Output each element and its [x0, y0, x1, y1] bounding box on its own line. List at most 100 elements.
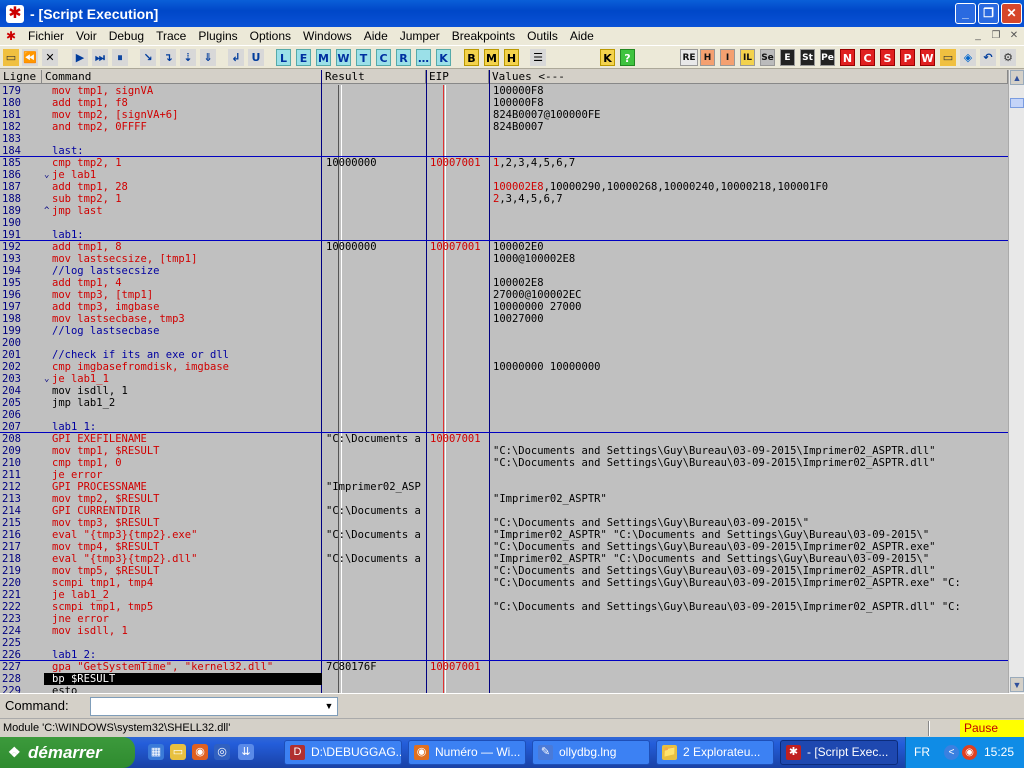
- re-button[interactable]: RE: [680, 49, 698, 66]
- script-row[interactable]: 198 mov lastsecbase, tmp3 10027000: [0, 313, 1008, 325]
- script-row[interactable]: 205 jmp lab1_2: [0, 397, 1008, 409]
- script-row[interactable]: 225: [0, 637, 1008, 649]
- quicklaunch-firefox-icon[interactable]: ◉: [192, 744, 208, 760]
- taskbar-button[interactable]: ✱ - [Script Exec...: [780, 740, 898, 765]
- step-over-icon[interactable]: ↴: [160, 49, 176, 66]
- menu-options[interactable]: Options: [244, 27, 297, 45]
- taskbar-button[interactable]: 📁 2 Explorateu...: [656, 740, 774, 765]
- script-row[interactable]: 220 scmpi tmp1, tmp4 "C:\Documents and Set…: [0, 577, 1008, 589]
- quicklaunch-desktop-icon[interactable]: ▦: [148, 744, 164, 760]
- e-button[interactable]: E: [780, 49, 795, 66]
- menu-aide[interactable]: Aide: [358, 27, 394, 45]
- col-header-command[interactable]: Command: [42, 70, 322, 84]
- col-header-values[interactable]: Values <---: [489, 70, 1008, 84]
- s-button[interactable]: S: [880, 49, 895, 66]
- hardware-breakpoints-button[interactable]: H: [504, 49, 519, 66]
- pause-icon[interactable]: ⏸: [112, 49, 128, 66]
- script-row[interactable]: 218 eval "{tmp3}{tmp2}.dll" "C:\Documents …: [0, 553, 1008, 565]
- script-row[interactable]: 215 mov tmp3, $RESULT "C:\Documents and Se…: [0, 517, 1008, 529]
- script-row[interactable]: 185 cmp tmp2, 1 10000000 10007001 1,2,3,4,5,…: [0, 157, 1008, 169]
- script-row[interactable]: 202 cmp imgbasefromdisk, imgbase 10000000 …: [0, 361, 1008, 373]
- script-row[interactable]: 216 eval "{tmp3}{tmp2}.exe" "C:\Documents …: [0, 529, 1008, 541]
- scroll-thumb[interactable]: [1010, 98, 1024, 108]
- col-header-line[interactable]: Ligne: [0, 70, 42, 84]
- c-button[interactable]: C: [860, 49, 875, 66]
- taskbar-button[interactable]: ✎ ollydbg.lng: [532, 740, 650, 765]
- folder-icon[interactable]: ▭: [940, 49, 956, 66]
- scroll-down-icon[interactable]: ▼: [1010, 677, 1024, 692]
- tray-back-icon[interactable]: <: [944, 745, 959, 760]
- script-row[interactable]: 212 GPI PROCESSNAME "Imprimer02_ASP: [0, 481, 1008, 493]
- cpu-window-button[interactable]: C: [376, 49, 391, 66]
- script-row[interactable]: 224 mov isdll, 1: [0, 625, 1008, 637]
- script-row[interactable]: 211 je error: [0, 469, 1008, 481]
- col-header-eip[interactable]: EIP: [426, 70, 489, 84]
- col-header-result[interactable]: Result: [322, 70, 426, 84]
- script-row[interactable]: 182 and tmp2, 0FFFF 824B0007: [0, 121, 1008, 133]
- script-row[interactable]: 194 //log lastsecsize: [0, 265, 1008, 277]
- taskbar-button[interactable]: D D:\DEBUGGAG...: [284, 740, 402, 765]
- script-row[interactable]: 181 mov tmp2, [signVA+6] 824B0007@100000FE: [0, 109, 1008, 121]
- mdi-close-icon[interactable]: ✕: [1006, 28, 1022, 43]
- close-button[interactable]: ✕: [1001, 3, 1022, 24]
- call-stack-button[interactable]: K: [436, 49, 451, 66]
- script-row[interactable]: 201 //check if its an exe or dll: [0, 349, 1008, 361]
- menu-windows[interactable]: Windows: [297, 27, 358, 45]
- script-row[interactable]: 229 esto: [0, 685, 1008, 693]
- script-row[interactable]: 222 scmpi tmp1, tmp5 "C:\Documents and Set…: [0, 601, 1008, 613]
- script-row[interactable]: 214 GPI CURRENTDIR "C:\Documents a: [0, 505, 1008, 517]
- command-dropdown-icon[interactable]: ▼: [321, 698, 337, 715]
- script-row[interactable]: 217 mov tmp4, $RESULT "C:\Documents and Se…: [0, 541, 1008, 553]
- log-window-button[interactable]: L: [276, 49, 291, 66]
- mdi-minimize-icon[interactable]: _: [970, 28, 986, 43]
- run-trace-button[interactable]: …: [416, 49, 431, 66]
- menu-aide-2[interactable]: Aide: [564, 27, 600, 45]
- minimize-button[interactable]: _: [955, 3, 976, 24]
- scroll-up-icon[interactable]: ▲: [1010, 70, 1024, 85]
- script-row[interactable]: 209 mov tmp1, $RESULT "C:\Documents and Se…: [0, 445, 1008, 457]
- script-row[interactable]: 227 gpa "GetSystemTime", "kernel32.dll" 7C…: [0, 661, 1008, 673]
- script-row[interactable]: 203 ⌄ je lab1_1: [0, 373, 1008, 385]
- language-indicator[interactable]: FR: [914, 745, 930, 759]
- i-button[interactable]: I: [720, 49, 735, 66]
- se-button[interactable]: Se: [760, 49, 775, 66]
- back-icon[interactable]: ↶: [980, 49, 996, 66]
- script-row[interactable]: 179 mov tmp1, signVA 100000F8: [0, 85, 1008, 97]
- script-row[interactable]: 213 mov tmp2, $RESULT "Imprimer02_ASPTR": [0, 493, 1008, 505]
- script-row[interactable]: 197 add tmp3, imgbase 10000000 27000: [0, 301, 1008, 313]
- script-row[interactable]: 221 je lab1_2: [0, 589, 1008, 601]
- settings-icon[interactable]: ⚙: [1000, 49, 1016, 66]
- stop-icon[interactable]: ✕: [42, 49, 58, 66]
- script-row[interactable]: 196 mov tmp3, [tmp1] 27000@100002EC: [0, 289, 1008, 301]
- menu-outils[interactable]: Outils: [521, 27, 564, 45]
- vertical-scrollbar[interactable]: ▲ ▼: [1008, 70, 1024, 693]
- menu-fichier[interactable]: Fichier: [22, 27, 70, 45]
- p-button[interactable]: P: [900, 49, 915, 66]
- open-icon[interactable]: ▭: [3, 49, 19, 66]
- script-row[interactable]: 189 ^ jmp last: [0, 205, 1008, 217]
- menu-voir[interactable]: Voir: [70, 27, 103, 45]
- start-button[interactable]: ❖ démarrer: [0, 737, 135, 768]
- script-row[interactable]: 208 GPI EXEFILENAME "C:\Documents a 1000700…: [0, 433, 1008, 445]
- il-button[interactable]: IL: [740, 49, 755, 66]
- help-icon[interactable]: ?: [620, 49, 635, 66]
- script-row[interactable]: 204 mov isdll, 1: [0, 385, 1008, 397]
- script-row[interactable]: 223 jne error: [0, 613, 1008, 625]
- trace-into-icon[interactable]: ⇣: [180, 49, 196, 66]
- modules-window-button[interactable]: E: [296, 49, 311, 66]
- w-button[interactable]: W: [920, 49, 935, 66]
- memory-breakpoints-button[interactable]: M: [484, 49, 499, 66]
- script-grid[interactable]: Ligne Command Result EIP Values <--- 179…: [0, 70, 1024, 693]
- memory-window-button[interactable]: M: [316, 49, 331, 66]
- run-thread-icon[interactable]: ⏭: [92, 49, 108, 66]
- menu-plugins[interactable]: Plugins: [192, 27, 243, 45]
- windows-window-button[interactable]: W: [336, 49, 351, 66]
- menu-breakpoints[interactable]: Breakpoints: [446, 27, 521, 45]
- script-row[interactable]: 188 sub tmp2, 1 2,3,4,5,6,7: [0, 193, 1008, 205]
- st-button[interactable]: St: [800, 49, 815, 66]
- n-button[interactable]: N: [840, 49, 855, 66]
- menu-trace[interactable]: Trace: [150, 27, 192, 45]
- plugin-icon[interactable]: ◈: [960, 49, 976, 66]
- script-row[interactable]: 210 cmp tmp1, 0 "C:\Documents and Settings…: [0, 457, 1008, 469]
- menu-debug[interactable]: Debug: [103, 27, 150, 45]
